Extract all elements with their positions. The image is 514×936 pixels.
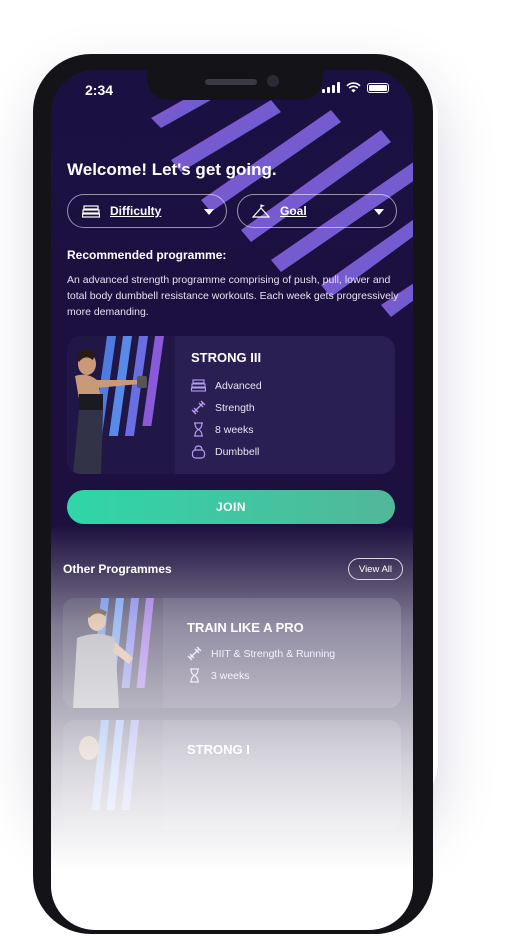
chevron-down-icon [204,209,214,215]
recommended-programme-card[interactable]: STRONG III Advanced Strength 8 weeks Dum… [67,336,395,474]
feature-label: HIIT & Strength & Running [211,647,336,660]
other-programmes-heading: Other Programmes [63,562,172,576]
camera [267,75,279,87]
difficulty-icon [191,379,206,392]
feature-label: 3 weeks [211,669,250,682]
feature-duration: 3 weeks [187,668,250,683]
recommended-description: An advanced strength programme comprisin… [67,274,399,318]
programme-card[interactable]: STRONG I [63,720,401,830]
feature-label: 8 weeks [215,423,254,436]
feature-type: Strength [191,400,255,415]
kettlebell-icon [191,445,206,459]
status-icons [322,82,389,93]
phone-frame: 2:34 Welcome! Let's get going. Difficult… [33,54,433,934]
goal-filter-label: Goal [280,204,307,218]
feature-difficulty: Advanced [191,378,262,393]
join-button[interactable]: JOIN [67,490,395,524]
mountain-flag-icon [252,204,270,218]
status-time: 2:34 [85,82,114,98]
feature-type: HIIT & Strength & Running [187,646,335,661]
notch [147,70,323,100]
difficulty-filter[interactable]: Difficulty [67,194,227,228]
recommended-heading: Recommended programme: [67,248,227,262]
speaker [205,79,257,85]
wifi-icon [346,82,361,93]
programme-title: TRAIN LIKE A PRO [187,620,304,635]
dumbbell-icon [191,400,206,415]
feature-label: Dumbbell [215,445,260,458]
programme-title: STRONG III [191,350,262,365]
welcome-heading: Welcome! Let's get going. [67,160,277,179]
view-all-button[interactable]: View All [347,558,403,580]
athlete-image [63,720,163,830]
dumbbell-icon [187,646,202,661]
athlete-image [63,598,163,708]
chevron-down-icon [374,209,384,215]
difficulty-filter-label: Difficulty [110,204,162,218]
feature-label: Strength [215,401,255,414]
programme-title: STRONG I [187,742,250,757]
hourglass-icon [190,668,199,683]
hourglass-icon [194,422,203,437]
feature-label: Advanced [215,379,262,392]
programme-card[interactable]: TRAIN LIKE A PRO HIIT & Strength & Runni… [63,598,401,708]
feature-duration: 8 weeks [191,422,254,437]
athlete-image [67,336,175,474]
battery-icon [367,82,389,93]
difficulty-icon [82,205,100,218]
signal-icon [322,82,340,93]
goal-filter[interactable]: Goal [237,194,397,228]
feature-equipment: Dumbbell [191,444,259,459]
app-screen: 2:34 Welcome! Let's get going. Difficult… [51,70,413,930]
